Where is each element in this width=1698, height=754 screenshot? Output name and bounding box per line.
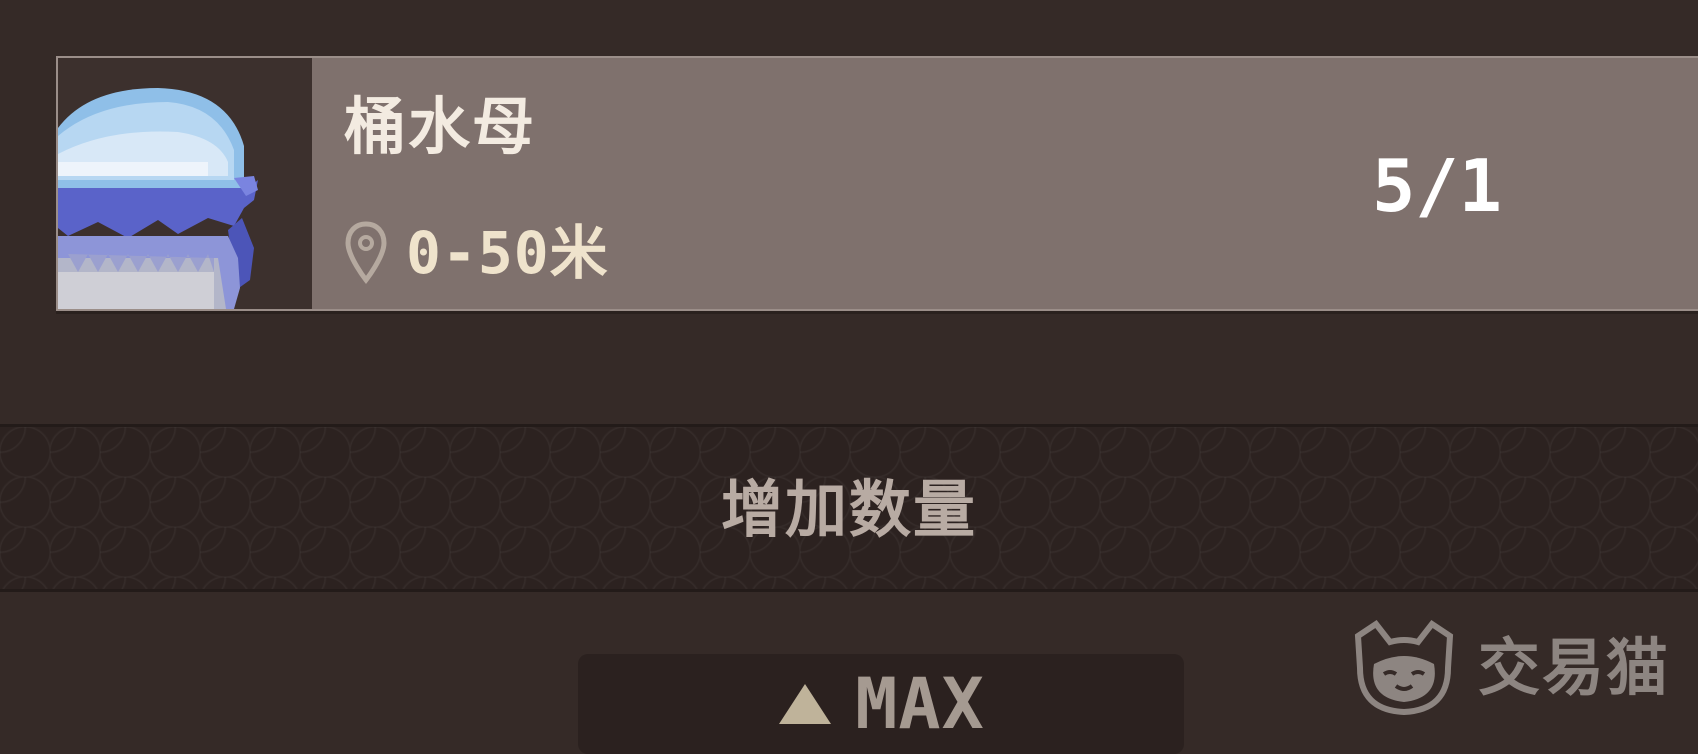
- catch-count: 5/1: [1371, 144, 1502, 228]
- fish-thumbnail: [58, 58, 312, 309]
- depth-row: 0-50米: [344, 218, 609, 288]
- depth-range: 0-50米: [406, 219, 609, 287]
- fish-name: 桶水母: [344, 90, 537, 163]
- max-label: MAX: [855, 663, 985, 745]
- jellyfish-icon: [58, 58, 312, 309]
- increase-quantity-label: 增加数量: [720, 473, 977, 546]
- watermark-text: 交易猫: [1478, 631, 1671, 704]
- increase-quantity-button[interactable]: 增加数量: [0, 424, 1698, 592]
- fish-item-card[interactable]: 桶水母 0-50米 5/1: [56, 56, 1698, 311]
- max-button[interactable]: MAX: [578, 654, 1184, 754]
- triangle-up-icon: [779, 684, 832, 724]
- location-pin-icon: [345, 221, 387, 285]
- watermark: 交易猫: [1344, 618, 1670, 718]
- cat-icon: [1354, 619, 1454, 716]
- fish-detail-panel: 桶水母 0-50米 5/1 增加数量 MAX 交易猫: [0, 0, 1698, 754]
